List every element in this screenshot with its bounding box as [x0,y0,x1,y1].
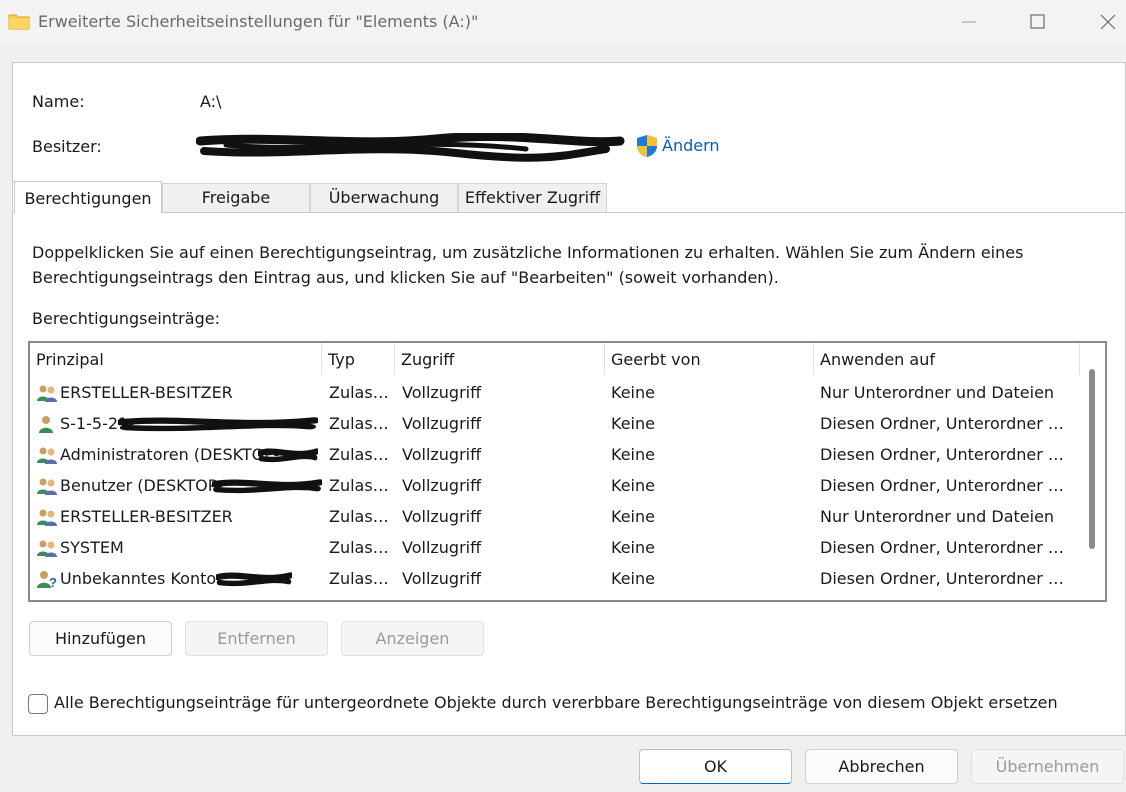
replace-child-permissions-checkbox[interactable] [28,694,48,714]
cell-type: Zulass... [329,414,395,433]
add-button[interactable]: Hinzufügen [29,621,172,656]
cell-access: Vollzugriff [402,538,482,557]
column-header-access[interactable]: Zugriff [395,343,605,375]
remove-button[interactable]: Entfernen [185,621,328,656]
uac-shield-icon [637,135,657,157]
column-header-applies[interactable]: Anwenden auf [814,343,1080,375]
cell-type: Zulass... [329,507,395,526]
cell-applies: Diesen Ordner, Unterordner u... [820,445,1070,464]
cell-inherited: Keine [611,476,655,495]
principal-redaction [258,448,318,463]
cell-type: Zulass... [329,538,395,557]
column-header-principal[interactable]: Prinzipal [30,343,322,375]
cell-access: Vollzugriff [402,569,482,588]
user-icon [39,416,53,433]
owner-label: Besitzer: [32,137,102,156]
title-bar: Erweiterte Sicherheitseinstellungen für … [0,0,1126,44]
cell-applies: Nur Unterordner und Dateien [820,507,1055,526]
table-row[interactable]: S-1-5-21- Zulass... Vollzugriff Keine Diesen… [30,408,1080,439]
view-button[interactable]: Anzeigen [341,621,484,656]
column-header-type[interactable]: Typ [322,343,395,375]
cell-type: Zulass... [329,476,395,495]
cell-applies: Diesen Ordner, Unterordner u... [820,538,1070,557]
description-text: Doppelklicken Sie auf einen Berechtigung… [32,243,1024,287]
cell-inherited: Keine [611,383,655,402]
apply-button[interactable]: Übernehmen [971,749,1124,784]
tabs-divider [13,212,1125,213]
cell-applies: Nur Unterordner und Dateien [820,383,1055,402]
maximize-icon[interactable] [1014,0,1060,44]
cell-access: Vollzugriff [402,414,482,433]
cell-access: Vollzugriff [402,383,482,402]
table-row[interactable]: SYSTEM Zulass... Vollzugriff Keine Diesen Or… [30,532,1080,563]
cell-inherited: Keine [611,507,655,526]
vertical-scrollbar[interactable] [1089,369,1095,549]
group-users-icon [37,509,57,526]
tab-effektiver-zugriff[interactable]: Effektiver Zugriff [458,183,607,212]
tab-freigabe[interactable]: Freigabe [162,183,310,212]
principal-redaction [212,479,322,494]
cell-principal: ERSTELLER-BESITZER [60,383,233,402]
group-users-icon [37,447,57,464]
list-header: Prinzipal Typ Zugriff Geerbt von Anwende… [30,343,1080,375]
unknown-user-icon: ? [37,571,57,589]
entries-label: Berechtigungseinträge: [32,309,220,328]
cell-type: Zulass... [329,569,395,588]
table-row[interactable]: Benutzer (DESKTOP- Zulass... Vollzugriff Ke… [30,470,1080,501]
table-row[interactable]: ERSTELLER-BESITZER Zulass... Vollzugriff Ke… [30,501,1080,532]
cell-type: Zulass... [329,383,395,402]
cell-principal: SYSTEM [60,538,124,557]
cell-inherited: Keine [611,445,655,464]
folder-icon [8,14,30,30]
owner-redaction [196,133,625,162]
cell-applies: Diesen Ordner, Unterordner u... [820,476,1070,495]
window-title: Erweiterte Sicherheitseinstellungen für … [38,12,479,31]
cell-inherited: Keine [611,414,655,433]
table-row[interactable]: ? Unbekanntes Konto Zulass... Vollzugriff Ke… [30,563,1080,594]
cell-access: Vollzugriff [402,507,482,526]
cell-applies: Diesen Ordner, Unterordner u... [820,414,1070,433]
principal-redaction [216,572,292,587]
name-label: Name: [32,92,85,111]
svg-text:?: ? [49,575,57,589]
ok-button[interactable]: OK [639,749,792,784]
close-icon[interactable] [1084,0,1126,44]
replace-child-permissions-label: Alle Berechtigungseinträge für untergeor… [54,693,1058,712]
table-row[interactable]: ERSTELLER-BESITZER Zulass... Vollzugriff Ke… [30,377,1080,408]
tab-ueberwachung[interactable]: Überwachung [310,183,458,212]
principal-redaction [118,417,318,432]
group-users-icon [37,385,57,402]
cell-access: Vollzugriff [402,476,482,495]
permission-entries-list[interactable]: Prinzipal Typ Zugriff Geerbt von Anwende… [28,341,1107,602]
table-row[interactable]: Administratoren (DESKTOP- Zulass... Vollzu… [30,439,1080,470]
cancel-button[interactable]: Abbrechen [805,749,958,784]
column-header-inherited[interactable]: Geerbt von [605,343,814,375]
cell-inherited: Keine [611,569,655,588]
cell-principal: ERSTELLER-BESITZER [60,507,233,526]
change-owner-link[interactable]: Ändern [662,136,720,155]
minimize-icon[interactable] [946,0,992,44]
cell-access: Vollzugriff [402,445,482,464]
cell-inherited: Keine [611,538,655,557]
group-users-icon [37,540,57,557]
cell-type: Zulass... [329,445,395,464]
group-users-icon [37,478,57,495]
cell-applies: Diesen Ordner, Unterordner u... [820,569,1070,588]
name-value: A:\ [200,92,222,111]
tab-berechtigungen[interactable]: Berechtigungen [14,181,162,213]
